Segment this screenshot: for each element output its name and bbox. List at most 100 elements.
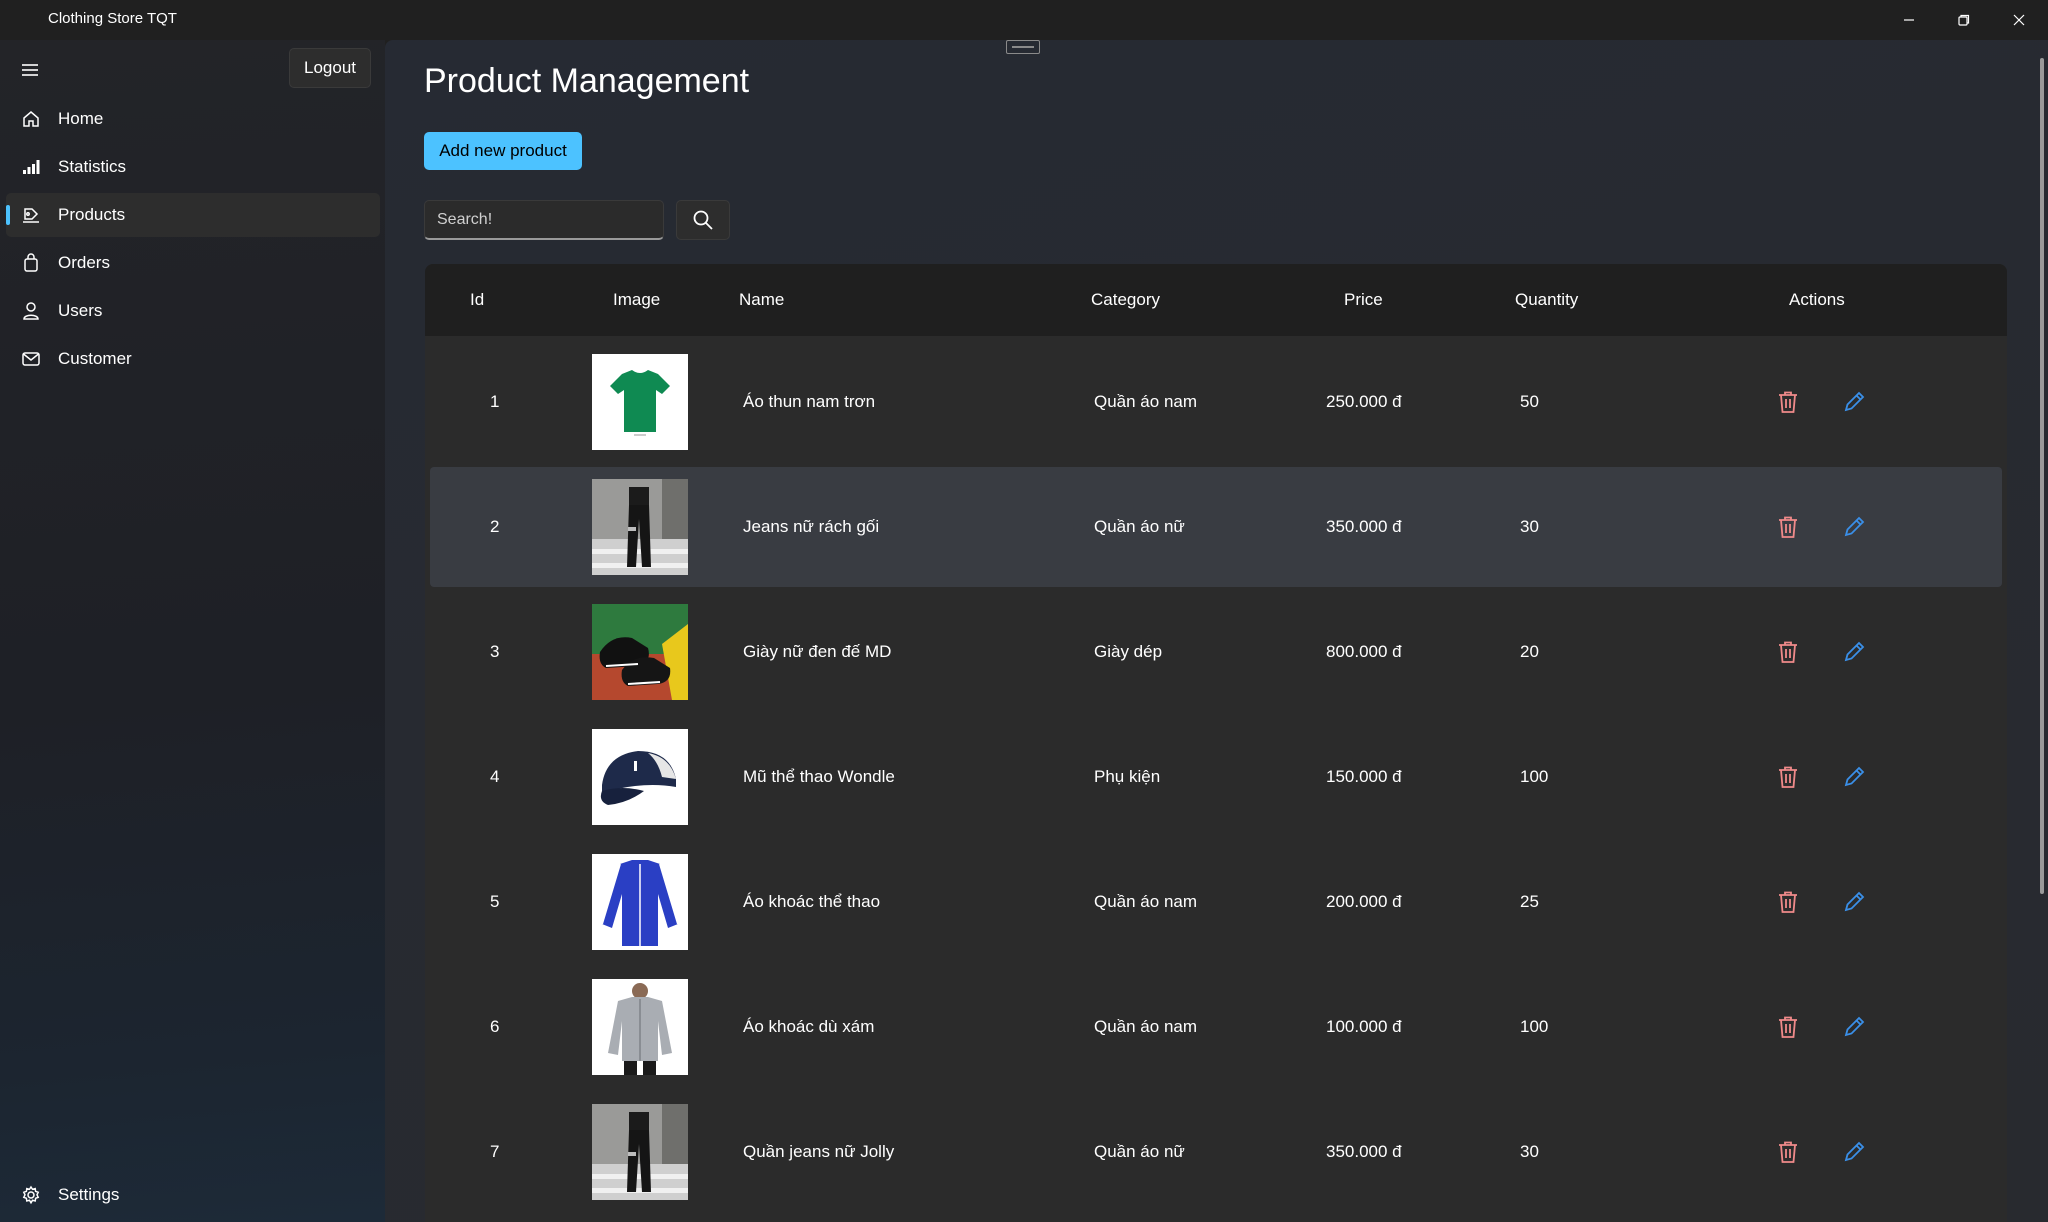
home-icon <box>20 108 42 130</box>
close-button[interactable] <box>1992 0 2046 40</box>
vertical-scrollbar[interactable] <box>2040 58 2044 894</box>
delete-button[interactable] <box>1773 1012 1803 1042</box>
edit-button[interactable] <box>1839 512 1869 542</box>
delete-button[interactable] <box>1773 762 1803 792</box>
edit-button[interactable] <box>1839 762 1869 792</box>
delete-button[interactable] <box>1773 387 1803 417</box>
sidebar-item-label: Products <box>58 205 126 224</box>
column-header-category: Category <box>1091 290 1160 309</box>
mail-icon <box>20 348 42 370</box>
cell-quantity: 30 <box>1520 517 1539 536</box>
edit-button[interactable] <box>1839 1012 1869 1042</box>
sidebar-item-label: Users <box>58 301 103 320</box>
cell-price: 200.000 đ <box>1326 892 1402 911</box>
pencil-icon <box>1844 891 1865 912</box>
column-header-price: Price <box>1344 290 1383 309</box>
delete-button[interactable] <box>1773 1137 1803 1167</box>
cell-quantity: 20 <box>1520 642 1539 661</box>
cell-quantity: 100 <box>1520 767 1549 786</box>
drag-handle[interactable] <box>1006 40 1040 54</box>
trash-icon <box>1779 516 1797 538</box>
product-image <box>592 979 688 1075</box>
trash-icon <box>1779 391 1797 413</box>
cell-id: 2 <box>490 517 500 536</box>
cell-id: 3 <box>490 642 500 661</box>
search-icon <box>693 210 713 230</box>
cell-category: Quần áo nữ <box>1094 517 1185 536</box>
table-row[interactable]: 3 Giày nữ đen đế MD Giày dép 800.000 đ 2… <box>430 592 2002 712</box>
sidebar-item-customer[interactable]: Customer <box>6 337 380 381</box>
products-icon <box>20 204 42 226</box>
cell-price: 350.000 đ <box>1326 517 1402 536</box>
user-icon <box>20 300 42 322</box>
column-header-id: Id <box>470 290 485 309</box>
restore-button[interactable] <box>1937 0 1991 40</box>
chart-icon <box>20 156 42 178</box>
pencil-icon <box>1844 641 1865 662</box>
cell-name: Áo khoác thể thao <box>743 892 881 911</box>
table-row[interactable]: 1 Áo thun nam trơn Quần áo nam 250.000 đ… <box>430 342 2002 462</box>
edit-button[interactable] <box>1839 1137 1869 1167</box>
table-row[interactable]: 7 Quần jeans nữ Jolly Quần áo nữ 350.000… <box>430 1092 2002 1212</box>
cell-category: Quần áo nam <box>1094 392 1198 411</box>
delete-button[interactable] <box>1773 512 1803 542</box>
cell-name: Giày nữ đen đế MD <box>743 642 892 661</box>
cell-name: Mũ thể thao Wondle <box>743 767 895 786</box>
sidebar-item-settings[interactable]: Settings <box>6 1173 380 1217</box>
pencil-icon <box>1844 766 1865 787</box>
trash-icon <box>1779 1016 1797 1038</box>
cell-name: Jeans nữ rách gối <box>743 517 880 536</box>
app-title: Clothing Store TQT <box>48 10 177 27</box>
table-row[interactable]: 4 Mũ thể thao Wondle Phụ kiện 150.000 đ … <box>430 717 2002 837</box>
cell-quantity: 25 <box>1520 892 1539 911</box>
pencil-icon <box>1844 1016 1865 1037</box>
sidebar-item-products[interactable]: Products <box>6 193 380 237</box>
cell-name: Áo khoác dù xám <box>743 1017 875 1036</box>
cell-quantity: 30 <box>1520 1142 1539 1161</box>
menu-toggle-button[interactable] <box>14 54 46 86</box>
table-row[interactable]: 5 Áo khoác thể thao Quần áo nam 200.000 … <box>430 842 2002 962</box>
search-input[interactable] <box>424 200 664 240</box>
edit-button[interactable] <box>1839 887 1869 917</box>
edit-button[interactable] <box>1839 387 1869 417</box>
sidebar-item-users[interactable]: Users <box>6 289 380 333</box>
table-row[interactable]: 6 Áo khoác dù xám Quần áo nam 100.000 đ … <box>430 967 2002 1087</box>
edit-button[interactable] <box>1839 637 1869 667</box>
table-row[interactable]: 2 Jeans nữ rách gối Quần áo nữ 350.000 đ… <box>430 467 2002 587</box>
hamburger-icon <box>22 64 38 76</box>
column-header-name: Name <box>739 290 785 309</box>
sidebar-item-home[interactable]: Home <box>6 97 380 141</box>
column-header-quantity: Quantity <box>1515 290 1579 309</box>
cell-price: 150.000 đ <box>1326 767 1402 786</box>
sidebar: Logout Home Statistics Products Orders U… <box>0 40 385 1222</box>
title-bar: Clothing Store TQT <box>0 0 2048 40</box>
main-content: Product Management Add new product Id Im… <box>385 40 2048 1222</box>
sidebar-item-label: Home <box>58 109 104 128</box>
cell-name: Áo thun nam trơn <box>743 392 876 411</box>
cell-price: 800.000 đ <box>1326 642 1402 661</box>
minimize-button[interactable] <box>1882 0 1936 40</box>
sidebar-item-label: Customer <box>58 349 132 368</box>
trash-icon <box>1779 891 1797 913</box>
product-image <box>592 604 688 700</box>
add-product-button[interactable]: Add new product <box>424 132 582 170</box>
settings-label: Settings <box>58 1185 120 1204</box>
delete-button[interactable] <box>1773 637 1803 667</box>
logout-button[interactable]: Logout <box>289 48 371 88</box>
cell-id: 4 <box>490 767 500 786</box>
trash-icon <box>1779 1141 1797 1163</box>
cell-id: 7 <box>490 1142 500 1161</box>
sidebar-item-orders[interactable]: Orders <box>6 241 380 285</box>
cell-category: Giày dép <box>1094 642 1163 661</box>
cell-category: Quần áo nam <box>1094 892 1198 911</box>
pencil-icon <box>1844 391 1865 412</box>
trash-icon <box>1779 766 1797 788</box>
column-header-actions: Actions <box>1789 290 1845 309</box>
search-button[interactable] <box>676 200 730 240</box>
page-title: Product Management <box>424 62 750 100</box>
cell-category: Quần áo nam <box>1094 1017 1198 1036</box>
sidebar-item-statistics[interactable]: Statistics <box>6 145 380 189</box>
cell-quantity: 100 <box>1520 1017 1549 1036</box>
delete-button[interactable] <box>1773 887 1803 917</box>
pencil-icon <box>1844 516 1865 537</box>
